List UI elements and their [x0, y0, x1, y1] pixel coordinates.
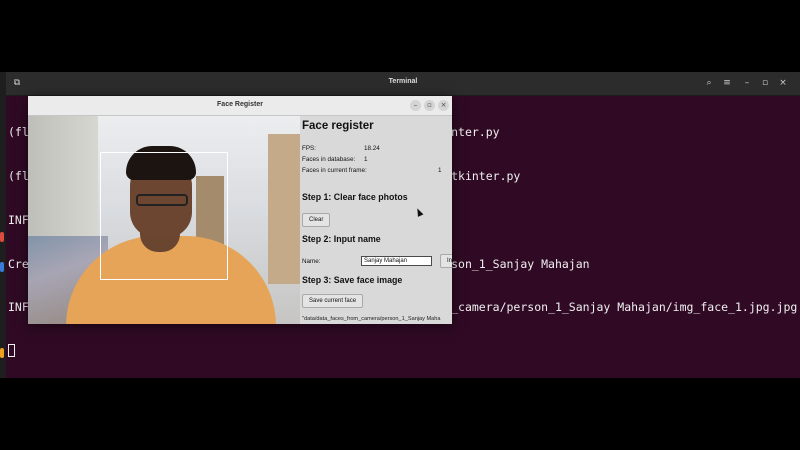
face-register-titlebar[interactable]: Face Register – ▫ × — [28, 96, 452, 116]
fps-value: 18.24 — [364, 145, 380, 152]
maximize-icon[interactable]: ▫ — [758, 77, 772, 89]
minimize-icon[interactable]: – — [410, 100, 421, 111]
terminal-titlebar: ⧉ Terminal ⌕ ≡ – ▫ × — [6, 72, 800, 96]
close-icon[interactable]: × — [438, 100, 449, 111]
maximize-icon[interactable]: ▫ — [424, 100, 435, 111]
faces-database-value: 1 — [364, 156, 368, 163]
search-icon[interactable]: ⌕ — [702, 77, 716, 89]
face-register-window: Face Register – ▫ × Face register FPS: 1… — [28, 96, 452, 324]
input-button[interactable]: In — [440, 254, 452, 268]
terminal-cursor-line — [8, 344, 800, 359]
panel-title: Face register — [302, 120, 374, 132]
close-icon[interactable]: × — [776, 77, 790, 89]
saved-path-text: "data/data_faces_from_camera/person_1_Sa… — [302, 316, 441, 322]
background-shelf — [268, 134, 300, 284]
terminal-cursor — [8, 344, 15, 358]
camera-preview — [28, 116, 300, 324]
faces-frame-label: Faces in current frame: — [302, 167, 367, 174]
step2-heading: Step 2: Input name — [302, 234, 381, 244]
faces-database-label: Faces in database: — [302, 156, 356, 163]
name-label: Name: — [302, 258, 321, 265]
save-current-face-button[interactable]: Save current face — [302, 294, 364, 308]
dock-indicator-blue[interactable] — [0, 262, 4, 272]
faces-frame-value: 1 — [438, 167, 442, 174]
control-panel: Face register FPS: 18.24 Faces in databa… — [300, 116, 452, 324]
face-detection-box — [100, 152, 228, 280]
step3-heading: Step 3: Save face image — [302, 275, 403, 285]
menu-icon[interactable]: ≡ — [720, 77, 734, 89]
step1-heading: Step 1: Clear face photos — [302, 192, 408, 202]
name-input[interactable]: Sanjay Mahajan — [361, 256, 432, 266]
dock-indicator-red[interactable] — [0, 232, 4, 242]
fps-label: FPS: — [302, 145, 316, 152]
clear-button[interactable]: Clear — [302, 213, 331, 227]
minimize-icon[interactable]: – — [740, 77, 754, 89]
dock-indicator-orange[interactable] — [0, 348, 4, 358]
face-register-title: Face Register — [217, 101, 263, 108]
terminal-title: Terminal — [388, 78, 418, 85]
